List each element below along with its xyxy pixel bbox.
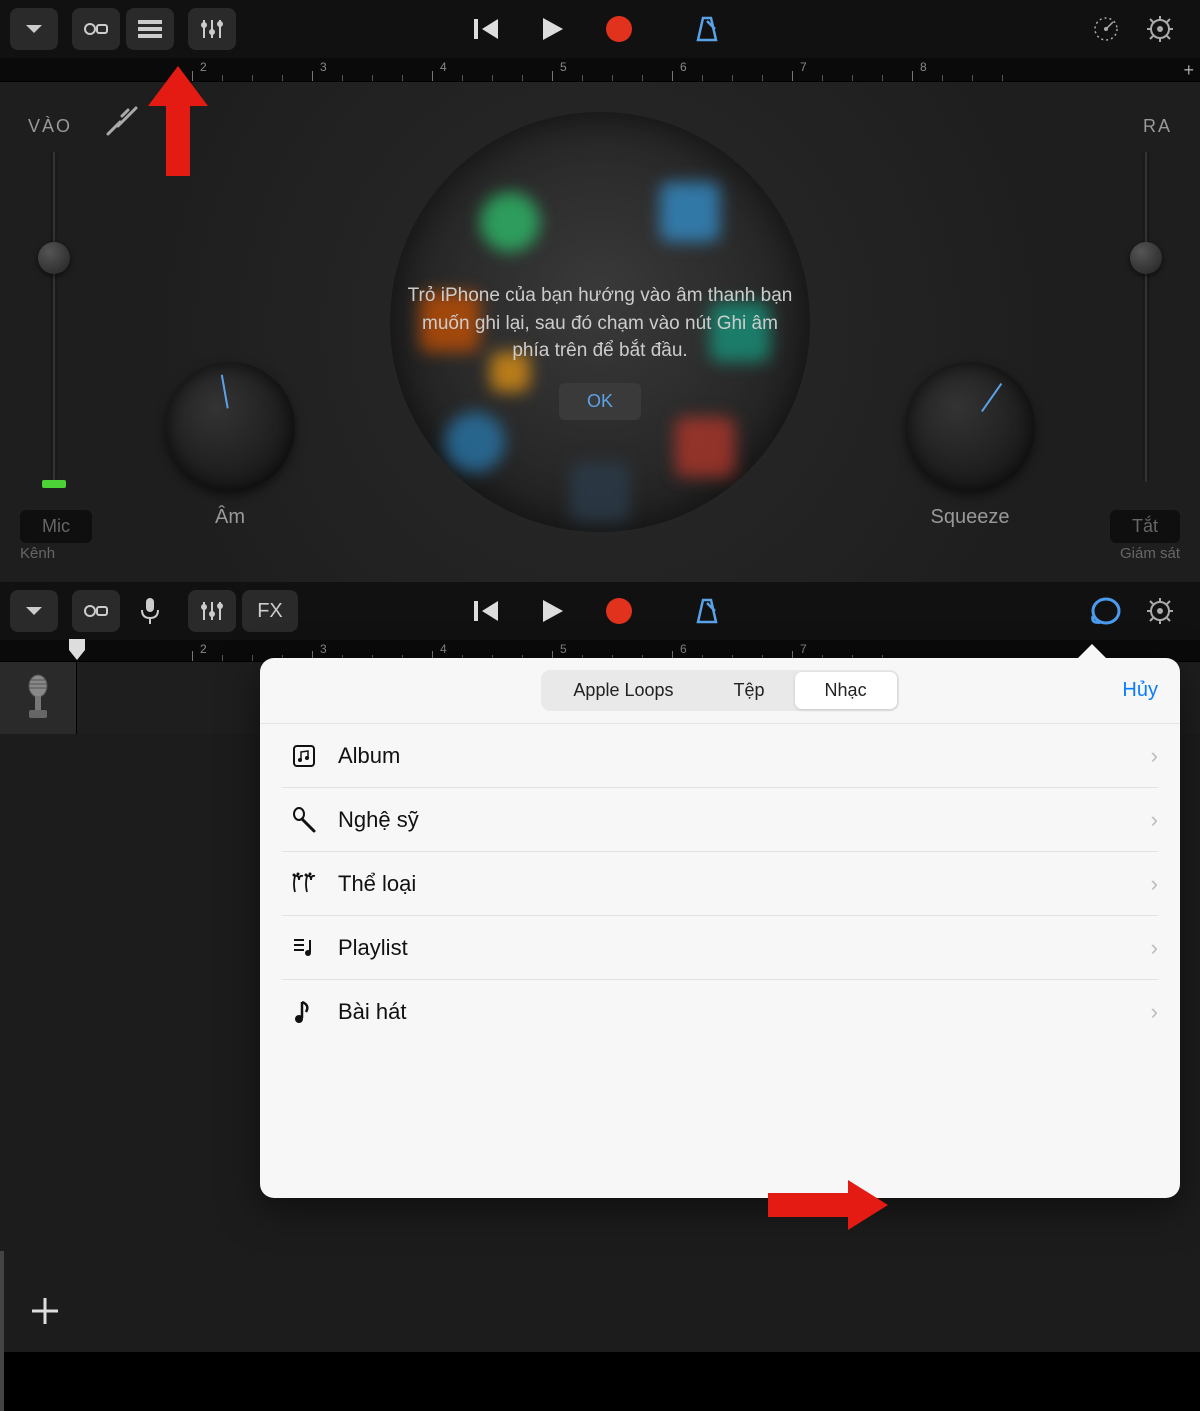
list-row-album[interactable]: Album›: [282, 724, 1158, 788]
row-label: Bài hát: [326, 999, 1151, 1025]
add-track-button[interactable]: [28, 1294, 62, 1328]
channel-label: Kênh: [20, 545, 92, 562]
ruler-marker: 4: [440, 642, 447, 656]
music-category-list: Album›Nghệ sỹ›Thể loại›Playlist›Bài hát›: [260, 724, 1180, 1044]
ruler-marker: 2: [200, 642, 207, 656]
chevron-right-icon: ›: [1151, 871, 1158, 897]
ruler-marker: 3: [320, 60, 327, 74]
settings-button[interactable]: [1136, 8, 1184, 50]
browser-toggle-button-2[interactable]: [10, 590, 58, 632]
ruler-marker: 4: [440, 60, 447, 74]
list-row-nghệ-sỹ[interactable]: Nghệ sỹ›: [282, 788, 1158, 852]
list-row-playlist[interactable]: Playlist›: [282, 916, 1158, 980]
ruler-marker: 6: [680, 60, 687, 74]
view-instrument-button-2[interactable]: [72, 590, 120, 632]
cancel-button[interactable]: Hủy: [1122, 679, 1158, 702]
squeeze-knob[interactable]: Squeeze: [890, 362, 1050, 529]
row-icon: [282, 742, 326, 770]
chevron-right-icon: ›: [1151, 743, 1158, 769]
row-label: Playlist: [326, 935, 1151, 961]
track-controls-button[interactable]: [188, 8, 236, 50]
add-section-button[interactable]: +: [1183, 60, 1194, 81]
list-row-thể-loại[interactable]: Thể loại›: [282, 852, 1158, 916]
row-icon: [282, 998, 326, 1026]
go-to-start-button[interactable]: [463, 8, 511, 50]
record-button-2[interactable]: [595, 590, 643, 632]
settings-button-2[interactable]: [1136, 590, 1184, 632]
loop-browser-button[interactable]: [1082, 590, 1130, 632]
chevron-right-icon: ›: [1151, 807, 1158, 833]
play-button[interactable]: [529, 8, 577, 50]
tip-overlay: Trỏ iPhone của bạn hướng vào âm thanh bạ…: [405, 282, 795, 420]
ok-button[interactable]: OK: [559, 383, 641, 420]
tip-text: Trỏ iPhone của bạn hướng vào âm thanh bạ…: [405, 282, 795, 365]
row-label: Thể loại: [326, 871, 1151, 897]
microphone-icon[interactable]: [126, 590, 174, 632]
browser-toggle-button[interactable]: [10, 8, 58, 50]
monitor-label: Giám sát: [1110, 545, 1180, 562]
tuning-button[interactable]: [1082, 8, 1130, 50]
record-button[interactable]: [595, 8, 643, 50]
ruler-marker: 5: [560, 642, 567, 656]
ruler-marker: 3: [320, 642, 327, 656]
side-indicator: [0, 1251, 4, 1411]
track-header[interactable]: [0, 662, 76, 734]
playhead-icon[interactable]: [68, 638, 86, 662]
input-label: VÀO: [28, 116, 72, 137]
metronome-button[interactable]: [683, 8, 731, 50]
ruler-marker: 5: [560, 60, 567, 74]
loop-browser-popover: Apple LoopsTệpNhạc Hủy Album›Nghệ sỹ›Thể…: [260, 658, 1180, 1198]
plug-icon: [100, 102, 140, 142]
tone-knob[interactable]: Âm: [150, 362, 310, 529]
input-level-slider[interactable]: [50, 152, 58, 482]
row-icon: [282, 870, 326, 898]
fx-button[interactable]: FX: [242, 590, 298, 632]
source-segmented-control[interactable]: Apple LoopsTệpNhạc: [541, 670, 898, 711]
go-to-start-button-2[interactable]: [463, 590, 511, 632]
view-instrument-button[interactable]: [72, 8, 120, 50]
annotation-arrow-2: [758, 1175, 898, 1235]
list-row-bài-hát[interactable]: Bài hát›: [282, 980, 1158, 1044]
ruler-marker: 6: [680, 642, 687, 656]
play-button-2[interactable]: [529, 590, 577, 632]
ruler-marker: 7: [800, 642, 807, 656]
row-icon: [282, 806, 326, 834]
ruler-marker: 7: [800, 60, 807, 74]
row-label: Album: [326, 743, 1151, 769]
track-controls-button-2[interactable]: [188, 590, 236, 632]
toolbar-bottom: FX: [0, 582, 1200, 640]
segment-nhạc[interactable]: Nhạc: [795, 672, 897, 709]
row-icon: [282, 934, 326, 962]
chevron-right-icon: ›: [1151, 999, 1158, 1025]
metronome-button-2[interactable]: [683, 590, 731, 632]
microphone-track-icon: [21, 674, 55, 722]
segment-tệp[interactable]: Tệp: [704, 672, 795, 709]
monitor-toggle-button[interactable]: Tắt: [1110, 510, 1180, 543]
mic-button[interactable]: Mic: [20, 510, 92, 543]
toolbar-top: [0, 0, 1200, 58]
segment-apple-loops[interactable]: Apple Loops: [543, 672, 703, 709]
annotation-arrow-1: [138, 56, 218, 186]
output-level-slider[interactable]: [1142, 152, 1150, 482]
row-label: Nghệ sỹ: [326, 807, 1151, 833]
view-tracks-button[interactable]: [126, 8, 174, 50]
popover-header: Apple LoopsTệpNhạc Hủy: [260, 658, 1180, 724]
chevron-right-icon: ›: [1151, 935, 1158, 961]
ruler-marker: 8: [920, 60, 927, 74]
output-label: RA: [1143, 116, 1172, 137]
